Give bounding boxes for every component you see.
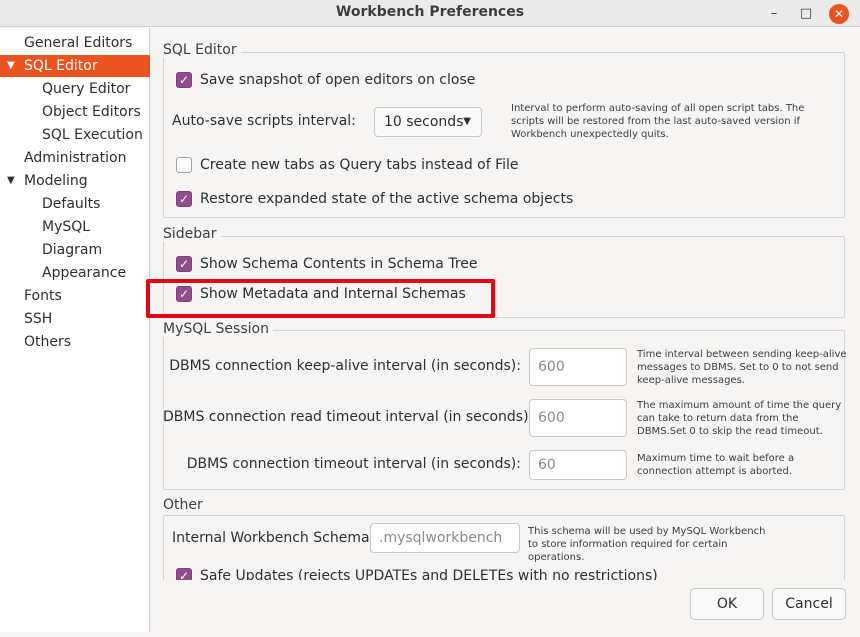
checkbox-box[interactable]: ✓ [176,191,192,207]
title-bar: Workbench Preferences – □ ✕ [0,0,860,27]
tree-item-general-editors[interactable]: General Editors [0,32,150,54]
tree-item-label: SSH [24,311,53,327]
tree-item-label: Object Editors [42,104,141,120]
restore-state-label: Restore expanded state of the active sch… [200,191,574,207]
checkbox-box[interactable]: ✓ [176,72,192,88]
keepalive-label: DBMS connection keep-alive interval (in … [169,358,521,374]
tree-item-label: Others [24,334,72,350]
autosave-interval-hint: Interval to perform auto-saving of all o… [511,103,805,140]
tree-item-object-editors[interactable]: Object Editors [0,101,150,123]
read-timeout-input[interactable]: 600 [529,399,627,437]
tree-item-label: SQL Execution [42,127,143,143]
tree-item-administration[interactable]: Administration [0,147,150,169]
tree-item-mysql[interactable]: MySQL [0,216,150,238]
tree-item-fonts[interactable]: Fonts [0,285,150,307]
tree-item-diagram[interactable]: Diagram [0,239,150,261]
schema-contents-label: Show Schema Contents in Schema Tree [200,256,478,272]
minimize-icon[interactable]: – [764,4,784,24]
internal-schema-input[interactable]: .mysqlworkbench [370,523,520,553]
tree-item-query-editor[interactable]: Query Editor [0,78,150,100]
tree-item-label: General Editors [24,35,133,51]
save-snapshot-label: Save snapshot of open editors on close [200,72,476,88]
tree-item-label: Administration [24,150,127,166]
tree-item-label: Appearance [42,265,127,281]
preferences-tree: General Editors ▼ SQL Editor Query Edito… [0,28,150,632]
internal-schema-hint: This schema will be used by MySQL Workbe… [528,526,766,563]
internal-schema-label: Internal Workbench Schema: [172,530,375,546]
tree-item-label: Defaults [42,196,101,212]
expand-arrow-icon[interactable]: ▼ [7,170,15,192]
preferences-content: SQL Editor ✓ Save snapshot of open edito… [151,28,860,632]
tree-item-sql-execution[interactable]: SQL Execution [0,124,150,146]
autosave-interval-select[interactable]: 10 seconds ▼ [374,107,482,137]
close-icon[interactable]: ✕ [829,4,849,24]
sql-editor-group-title: SQL Editor [163,42,241,58]
tree-item-defaults[interactable]: Defaults [0,193,150,215]
tree-item-ssh[interactable]: SSH [0,308,150,330]
cancel-button[interactable]: Cancel [772,588,846,620]
tree-item-others[interactable]: Others [0,331,150,353]
query-tabs-label: Create new tabs as Query tabs instead of… [200,157,519,173]
other-group-title: Other [163,497,207,513]
keepalive-input[interactable]: 600 [529,348,627,386]
connection-timeout-label: DBMS connection timeout interval (in sec… [186,456,521,472]
dropdown-caret-icon: ▼ [463,116,471,127]
autosave-interval-label: Auto-save scripts interval: [172,113,356,129]
tree-item-modeling[interactable]: ▼ Modeling [0,170,150,192]
tree-item-label: Modeling [24,173,88,189]
autosave-interval-value: 10 seconds [384,114,464,130]
read-timeout-hint: The maximum amount of time the query can… [637,400,842,437]
checkbox-box[interactable]: ✓ [176,256,192,272]
tree-item-appearance[interactable]: Appearance [0,262,150,284]
checkbox-box[interactable] [176,157,192,173]
maximize-icon[interactable]: □ [796,4,816,24]
mysql-session-group-title: MySQL Session [163,321,273,337]
tree-item-sql-editor[interactable]: ▼ SQL Editor [0,55,150,77]
read-timeout-label: DBMS connection read timeout interval (i… [163,409,534,425]
tree-item-label: Query Editor [42,81,131,97]
connection-timeout-hint: Maximum time to wait before a connection… [637,453,795,477]
ok-button[interactable]: OK [690,588,764,620]
tree-item-label: Diagram [42,242,103,258]
connection-timeout-input[interactable]: 60 [529,450,627,480]
tree-item-label: Fonts [24,288,62,304]
tree-item-label: MySQL [42,219,91,235]
highlight-box [146,279,495,318]
expand-arrow-icon[interactable]: ▼ [7,55,15,77]
window-title: Workbench Preferences [335,4,525,20]
sidebar-group-title: Sidebar [163,226,221,242]
tree-item-label: SQL Editor [24,58,98,74]
keepalive-hint: Time interval between sending keep-alive… [637,349,847,386]
